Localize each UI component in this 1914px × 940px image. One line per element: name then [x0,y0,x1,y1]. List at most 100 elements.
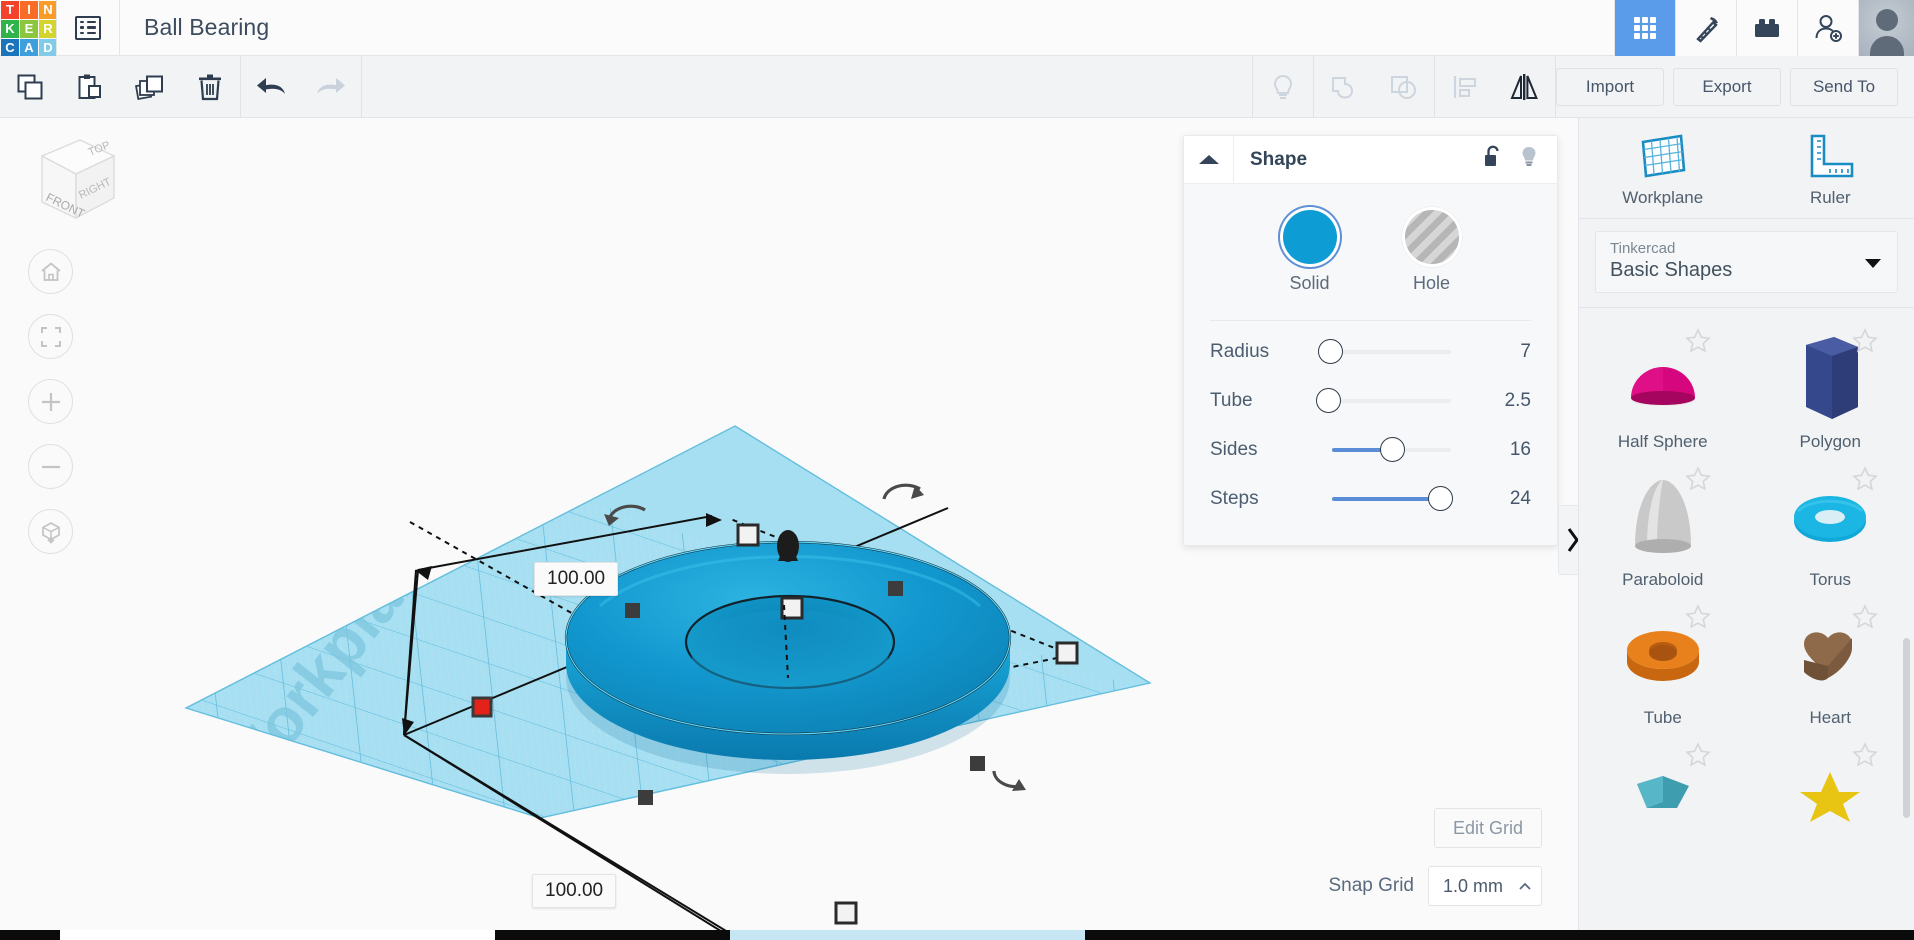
tube-slider[interactable]: Tube 2.5 [1184,376,1557,425]
avatar[interactable] [1858,0,1914,56]
fit-view-button[interactable] [28,314,73,359]
favorite-star-icon[interactable] [1684,604,1711,635]
sides-slider-track[interactable] [1318,437,1473,462]
favorite-star-icon[interactable] [1684,466,1711,497]
tinkercad-logo[interactable]: TIN KER CAD [0,0,57,57]
edit-grid-button[interactable]: Edit Grid [1433,808,1542,848]
ruler-tool[interactable]: Ruler [1747,132,1914,208]
radius-slider-knob[interactable] [1318,339,1343,364]
shape-partial-row-left[interactable] [1579,732,1747,844]
import-button[interactable]: Import [1556,67,1664,106]
hole-swatch-circle [1404,210,1459,264]
trash-icon[interactable] [180,56,240,118]
shape-torus[interactable]: Torus [1747,456,1914,594]
mirror-icon[interactable] [1495,56,1555,118]
sides-slider-label: Sides [1210,438,1258,460]
shape-panel-header-icons [1483,145,1557,174]
pickaxe-icon-glyph [1696,16,1718,43]
hole-swatch[interactable]: Hole [1404,210,1459,294]
dimension-label-bottom[interactable]: 100.00 [532,874,617,908]
shape-heart[interactable]: Heart [1747,594,1914,732]
steps-slider-value: 24 [1509,487,1531,509]
shape-half-sphere[interactable]: Half Sphere [1579,318,1747,456]
steps-slider-knob[interactable] [1428,486,1453,511]
group-icon[interactable] [1314,56,1374,118]
unlock-icon[interactable] [1483,145,1503,174]
sidebar-scrollbar[interactable] [1903,638,1910,818]
tube-slider-track[interactable] [1316,388,1473,413]
send-to-button[interactable]: Send To [1790,67,1898,106]
shape-row: Tube Heart [1579,594,1914,732]
favorite-star-icon[interactable] [1684,328,1711,359]
steps-slider[interactable]: Steps 24 [1184,474,1557,523]
logo-tile-k: K [1,19,19,38]
favorite-star-icon[interactable] [1684,742,1711,773]
header-actions [1614,0,1914,56]
zoom-out-button[interactable] [28,444,73,489]
sides-slider[interactable]: Sides 16 [1184,425,1557,474]
undo-icon[interactable] [241,56,301,118]
unlock-icon-glyph [1485,145,1499,166]
logo-tile-i: I [20,0,38,19]
copy-icon[interactable] [0,56,60,118]
project-list-button[interactable] [56,0,120,56]
logo-tile-c: C [1,38,19,57]
steps-slider-label: Steps [1210,487,1259,509]
tube-slider-knob[interactable] [1316,388,1341,413]
ortho-toggle-button[interactable] [28,509,73,554]
small-handle-4 [638,790,653,805]
shape-partial-row-right[interactable] [1747,732,1914,844]
align-icon[interactable] [1435,56,1495,118]
shape-paraboloid[interactable]: Paraboloid [1579,456,1747,594]
library-select-wrap: Tinkercad Basic Shapes [1579,219,1914,307]
origin-handle [471,696,493,718]
paste-icon[interactable] [60,56,120,118]
export-button[interactable]: Export [1673,67,1781,106]
radius-slider[interactable]: Radius 7 [1184,327,1557,376]
snap-grid-select[interactable]: 1.0 mm [1428,866,1542,906]
home-view-button[interactable] [28,249,73,294]
dimension-label-top[interactable]: 100.00 [534,562,619,596]
duplicate-icon[interactable] [120,56,180,118]
sides-slider-value: 16 [1509,438,1531,460]
shape-half-sphere-label: Half Sphere [1617,432,1708,451]
steps-slider-track[interactable] [1318,486,1473,511]
fit-icon [40,326,61,347]
history-tools [241,56,361,118]
partial-shape-thumb-right [1747,744,1914,840]
library-select[interactable]: Tinkercad Basic Shapes [1595,231,1898,293]
solid-swatch-circle [1282,210,1337,264]
minus-icon [41,465,60,468]
toolbar-actions: Import Export Send To [1556,67,1914,106]
lightbulb-icon[interactable] [1519,145,1539,174]
sides-slider-knob[interactable] [1380,437,1405,462]
logo-tile-t: T [1,0,19,19]
chevron-up-icon [1519,882,1531,890]
chevron-down-icon [1865,259,1881,268]
solid-swatch[interactable]: Solid [1282,210,1337,294]
lightbulb-icon[interactable] [1253,56,1313,118]
shape-tube[interactable]: Tube [1579,594,1747,732]
ungroup-icon[interactable] [1374,56,1434,118]
torus-object[interactable] [564,540,1012,774]
shape-type-swatches: Solid Hole [1184,202,1557,306]
zoom-in-button[interactable] [28,379,73,424]
shape-torus-label: Torus [1809,570,1852,589]
pickaxe-icon[interactable] [1675,0,1736,56]
ortho-icon [41,521,60,544]
grid-icon[interactable] [1614,0,1675,56]
radius-slider-track[interactable] [1318,339,1473,364]
favorite-star-icon[interactable] [1852,328,1878,359]
favorite-star-icon[interactable] [1852,466,1878,497]
favorite-star-icon[interactable] [1852,604,1878,635]
shape-polygon[interactable]: Polygon [1747,318,1914,456]
view-cube[interactable]: TOP FRONT RIGHT [18,126,123,231]
workplane-tool[interactable]: Workplane [1579,132,1747,208]
brick-icon[interactable] [1736,0,1797,56]
logo-tile-n: N [39,0,57,19]
redo-icon[interactable] [301,56,361,118]
favorite-star-icon[interactable] [1852,742,1878,773]
add-user-icon[interactable] [1797,0,1858,56]
chevron-up-icon[interactable] [1184,135,1234,184]
scale-handle-right [1055,641,1079,665]
